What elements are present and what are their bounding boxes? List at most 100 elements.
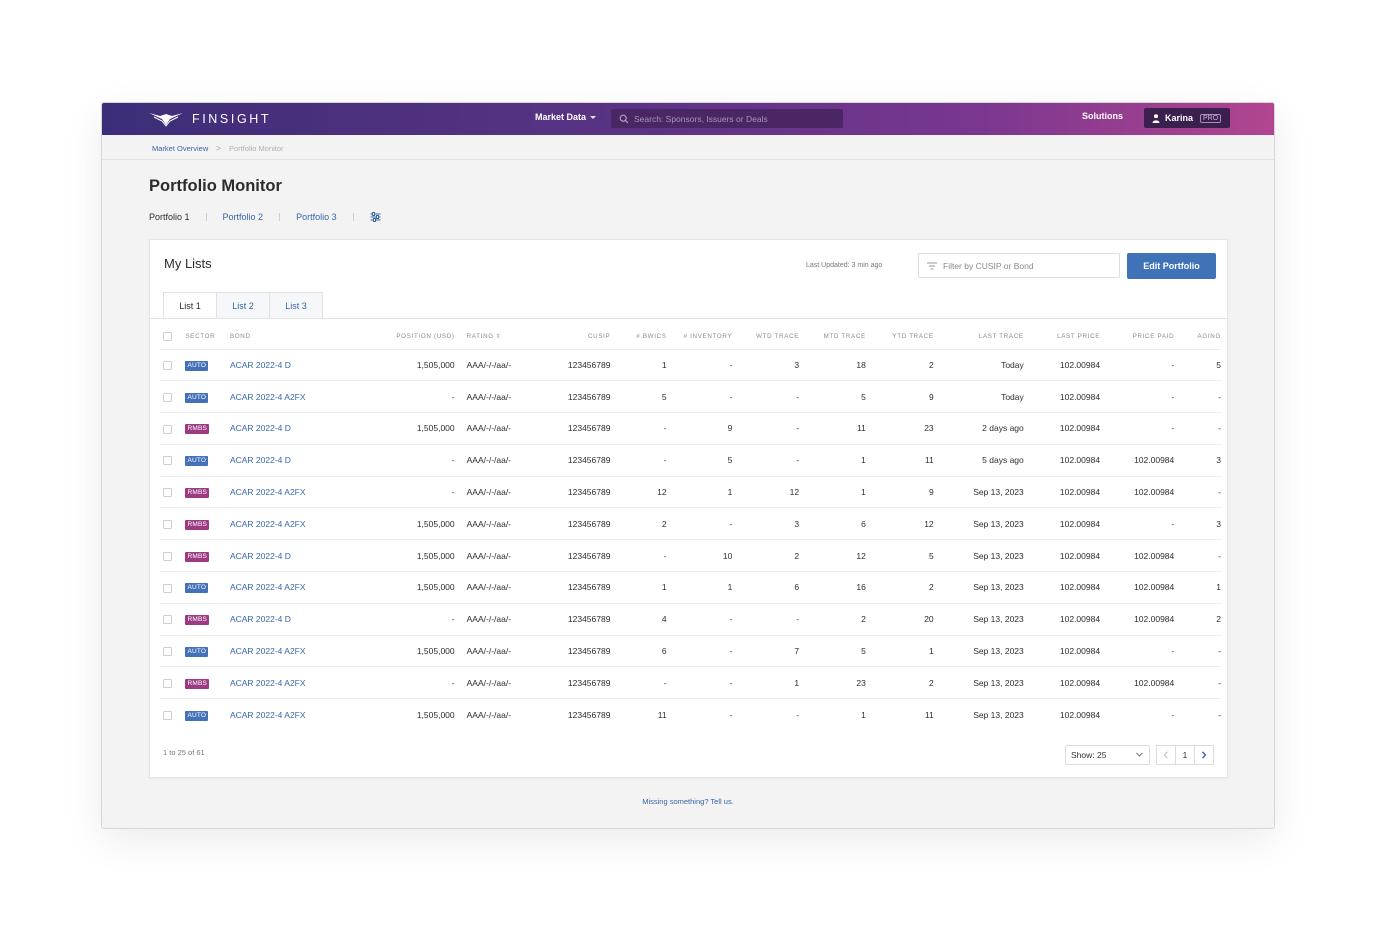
table-row[interactable]: AUTO ACAR 2022-4 A2FX 1,505,000 AAA/-/-/aa/…: [160, 698, 1221, 731]
col-bond[interactable]: BOND: [230, 324, 321, 349]
row-checkbox[interactable]: [163, 678, 172, 688]
col-ytd-trace[interactable]: YTD TRACE: [866, 324, 934, 349]
table-row[interactable]: RMBS ACAR 2022-4 A2FX 1,505,000 AAA/-/-/aa/…: [160, 507, 1221, 540]
cell-last-trace: Sep 13, 2023: [933, 666, 1024, 699]
table-row[interactable]: RMBS ACAR 2022-4 A2FX - AAA/-/-/aa/- 1234567…: [160, 666, 1221, 699]
row-checkbox[interactable]: [163, 647, 172, 657]
row-checkbox[interactable]: [163, 711, 172, 721]
row-checkbox[interactable]: [163, 361, 172, 371]
row-checkbox[interactable]: [163, 583, 172, 593]
breadcrumb-market-overview[interactable]: Market Overview: [152, 144, 208, 153]
global-search[interactable]: [611, 109, 843, 128]
table-row[interactable]: RMBS ACAR 2022-4 D 1,505,000 AAA/-/-/aa/- 12…: [160, 539, 1221, 572]
table-row[interactable]: AUTO ACAR 2022-4 A2FX - AAA/-/-/aa/- 1234567…: [160, 380, 1221, 413]
sector-badge: AUTO: [185, 392, 209, 403]
cell-last-price: 102.00984: [1023, 666, 1101, 699]
prev-page-button[interactable]: [1156, 745, 1176, 765]
col-rating[interactable]: RATING ⇕: [455, 324, 533, 349]
feedback-link[interactable]: Missing something? Tell us.: [102, 797, 1274, 806]
table-row[interactable]: AUTO ACAR 2022-4 D 1,505,000 AAA/-/-/aa/- 12…: [160, 348, 1221, 381]
col-price-paid[interactable]: PRICE PAID: [1100, 324, 1174, 349]
bond-link[interactable]: ACAR 2022-4 A2FX: [230, 487, 306, 497]
col-mtd-trace[interactable]: MTD TRACE: [799, 324, 866, 349]
cell-sector: AUTO: [185, 698, 230, 731]
col-last-price[interactable]: LAST PRICE: [1024, 324, 1100, 349]
market-data-menu[interactable]: Market Data: [535, 112, 597, 122]
cell-sector: RMBS: [185, 412, 230, 445]
search-input[interactable]: [634, 113, 834, 124]
cell-mtd-trace: 23: [799, 666, 866, 699]
bond-link[interactable]: ACAR 2022-4 A2FX: [230, 582, 306, 592]
table-row[interactable]: AUTO ACAR 2022-4 A2FX 1,505,000 AAA/-/-/aa/…: [160, 571, 1221, 604]
list-tabs: List 1 List 2 List 3: [163, 292, 323, 319]
col-last-trace[interactable]: LAST TRACE: [934, 324, 1024, 349]
current-page[interactable]: 1: [1175, 745, 1195, 765]
cell-bond: ACAR 2022-4 D: [229, 602, 322, 636]
cell-ytd-trace: 20: [865, 602, 934, 636]
sliders-icon[interactable]: [370, 212, 381, 222]
cell-sector: AUTO: [185, 571, 230, 604]
cell-sector: RMBS: [185, 475, 230, 508]
filter-input[interactable]: [943, 260, 1113, 271]
logo[interactable]: FINSIGHT: [148, 109, 271, 129]
table-row[interactable]: RMBS ACAR 2022-4 A2FX - AAA/-/-/aa/- 1234567…: [160, 475, 1221, 508]
bond-link[interactable]: ACAR 2022-4 D: [230, 455, 291, 465]
bond-link[interactable]: ACAR 2022-4 A2FX: [230, 646, 306, 656]
cell-inventory: -: [666, 380, 733, 413]
bond-link[interactable]: ACAR 2022-4 A2FX: [230, 710, 306, 720]
tab-portfolio-2[interactable]: Portfolio 2: [223, 212, 264, 222]
filter-field[interactable]: [918, 253, 1120, 278]
select-all-checkbox[interactable]: [163, 331, 172, 341]
cell-price-paid: -: [1100, 634, 1175, 667]
row-checkbox[interactable]: [163, 424, 172, 434]
cell-aging: 5: [1174, 348, 1221, 381]
bond-link[interactable]: ACAR 2022-4 A2FX: [230, 519, 306, 529]
cell-bond: ACAR 2022-4 A2FX: [229, 571, 322, 604]
tab-list-1[interactable]: List 1: [163, 292, 217, 319]
row-checkbox[interactable]: [163, 551, 172, 561]
edit-portfolio-button[interactable]: Edit Portfolio: [1127, 253, 1216, 279]
tab-portfolio-3[interactable]: Portfolio 3: [296, 212, 337, 222]
cell-inventory: -: [666, 634, 733, 667]
table-row[interactable]: RMBS ACAR 2022-4 D 1,505,000 AAA/-/-/aa/- 12…: [160, 412, 1221, 445]
solutions-link[interactable]: Solutions: [1082, 111, 1123, 121]
cell-inventory: 10: [666, 539, 733, 572]
next-page-button[interactable]: [1194, 745, 1214, 765]
col-inventory[interactable]: # INVENTORY: [667, 324, 733, 349]
cell-ytd-trace: 12: [865, 507, 934, 540]
bond-link[interactable]: ACAR 2022-4 D: [230, 551, 291, 561]
table-row[interactable]: AUTO ACAR 2022-4 A2FX 1,505,000 AAA/-/-/aa/…: [160, 634, 1221, 667]
bond-link[interactable]: ACAR 2022-4 D: [230, 423, 291, 433]
cell-aging: 3: [1174, 507, 1221, 540]
bond-link[interactable]: ACAR 2022-4 A2FX: [230, 392, 306, 402]
cell-sector: RMBS: [185, 666, 230, 699]
col-sector[interactable]: SECTOR: [185, 324, 230, 349]
row-checkbox[interactable]: [163, 615, 172, 625]
tab-list-3[interactable]: List 3: [269, 292, 323, 318]
bond-link[interactable]: ACAR 2022-4 D: [230, 614, 291, 624]
col-position[interactable]: POSITION (USD): [321, 324, 455, 349]
tab-list-2[interactable]: List 2: [216, 292, 270, 318]
bond-link[interactable]: ACAR 2022-4 A2FX: [230, 678, 306, 688]
user-menu[interactable]: Karina PRO: [1144, 108, 1230, 128]
page-size-select[interactable]: Show: 25: [1065, 745, 1150, 765]
cell-price-paid: 102.00984: [1100, 602, 1175, 636]
table-row[interactable]: RMBS ACAR 2022-4 D - AAA/-/-/aa/- 123456789 4…: [160, 602, 1221, 636]
row-checkbox[interactable]: [163, 392, 172, 402]
row-checkbox[interactable]: [163, 456, 172, 466]
bond-link[interactable]: ACAR 2022-4 D: [230, 360, 291, 370]
sector-badge: RMBS: [185, 615, 210, 626]
cell-last-trace: Sep 13, 2023: [933, 475, 1024, 508]
row-checkbox[interactable]: [163, 488, 172, 498]
col-aging[interactable]: AGING: [1174, 324, 1221, 349]
table-row[interactable]: AUTO ACAR 2022-4 D - AAA/-/-/aa/- 123456789-…: [160, 443, 1221, 477]
row-checkbox[interactable]: [163, 520, 172, 529]
cell-ytd-trace: 2: [865, 348, 934, 381]
col-bwics[interactable]: # BWICS: [610, 324, 666, 349]
cell-last-trace: Sep 13, 2023: [933, 507, 1024, 540]
cell-wtd-trace: -: [732, 412, 800, 445]
cell-bond: ACAR 2022-4 D: [229, 539, 322, 572]
col-wtd-trace[interactable]: WTD TRACE: [732, 324, 799, 349]
col-cusip[interactable]: CUSIP: [533, 324, 610, 349]
tab-portfolio-1[interactable]: Portfolio 1: [149, 212, 190, 222]
